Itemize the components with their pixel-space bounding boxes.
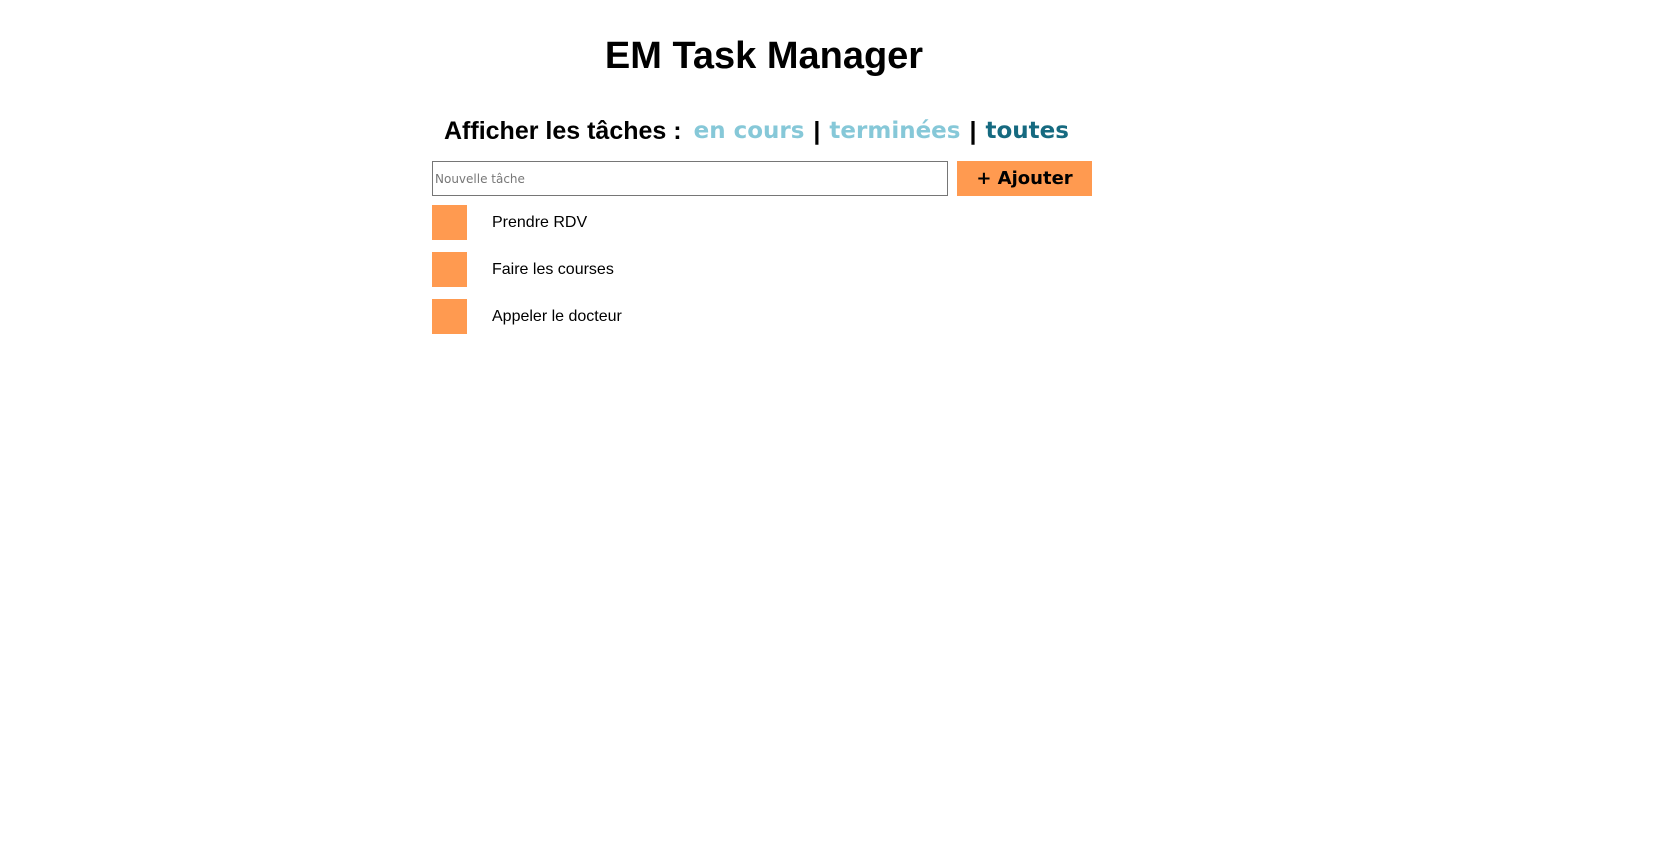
new-task-input[interactable] [432, 161, 948, 196]
task-label: Appeler le docteur [492, 307, 622, 325]
task-item: Prendre RDV [432, 205, 622, 240]
task-label: Prendre RDV [492, 213, 588, 231]
filter-separator: | [969, 116, 977, 145]
task-checkbox[interactable] [432, 205, 467, 240]
page-title: EM Task Manager [604, 35, 924, 77]
add-task-button[interactable]: + Ajouter [957, 161, 1092, 196]
task-item: Appeler le docteur [432, 299, 622, 334]
filter-completed-link[interactable]: terminées [829, 118, 960, 144]
filter-separator: | [813, 116, 821, 145]
task-label: Faire les courses [492, 260, 614, 278]
filter-label: Afficher les tâches : [444, 116, 682, 145]
task-manager-app: EM Task Manager Afficher les tâches : en… [0, 0, 1664, 860]
task-item: Faire les courses [432, 252, 622, 287]
filter-in-progress-link[interactable]: en cours [694, 118, 805, 144]
task-filter-bar: Afficher les tâches : en cours | terminé… [444, 112, 1069, 150]
task-list: Prendre RDV Faire les courses Appeler le… [432, 205, 622, 346]
task-checkbox[interactable] [432, 299, 467, 334]
filter-all-link[interactable]: toutes [985, 118, 1068, 144]
task-checkbox[interactable] [432, 252, 467, 287]
